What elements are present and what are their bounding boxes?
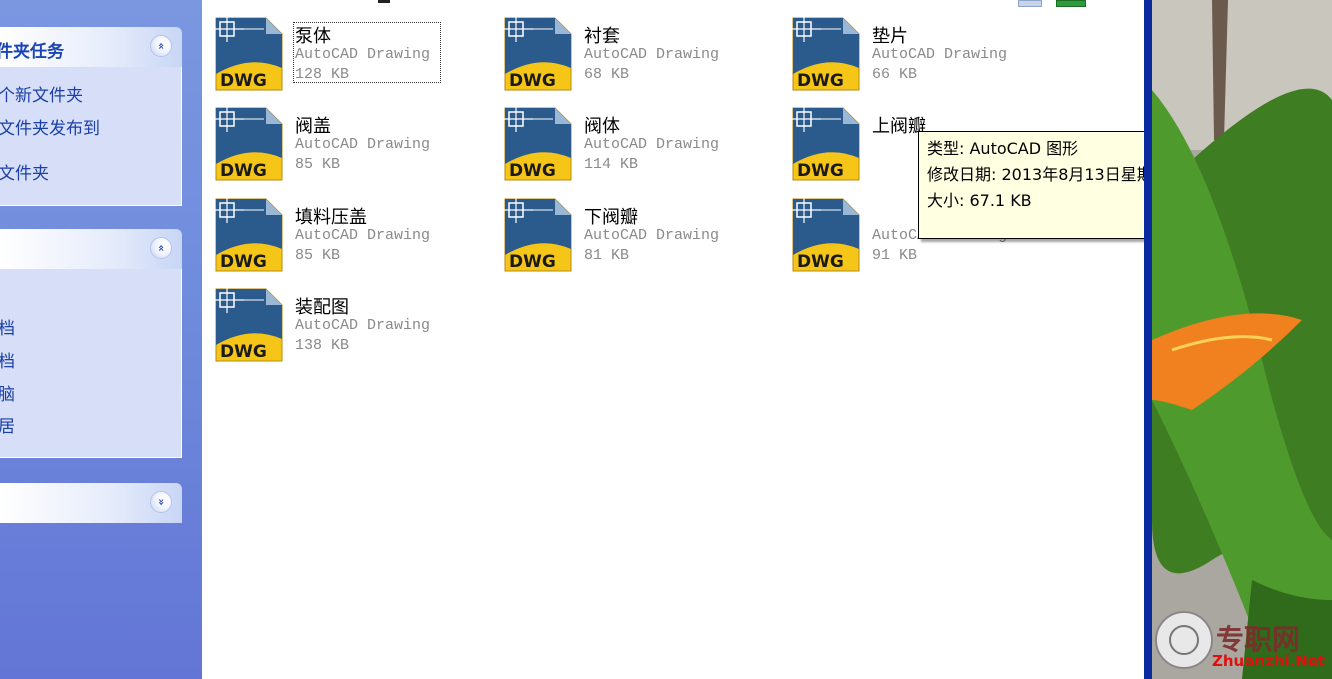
wallpaper-image bbox=[1152, 0, 1332, 679]
file-size: 138 KB bbox=[295, 337, 350, 354]
file-type: AutoCAD Drawing bbox=[584, 227, 720, 244]
file-type: AutoCAD Drawing bbox=[295, 317, 431, 334]
dwg-badge-text: DWG bbox=[509, 161, 556, 181]
place-link-shared-documents[interactable]: 档 bbox=[0, 347, 15, 372]
file-item[interactable]: DWG 阀盖 AutoCAD Drawing 85 KB bbox=[202, 90, 482, 181]
file-item[interactable]: DWG 衬套 AutoCAD Drawing 68 KB bbox=[491, 0, 771, 91]
file-name: 阀盖 bbox=[295, 116, 331, 137]
place-link-my-computer[interactable]: 脑 bbox=[0, 380, 15, 405]
folder-tasks-group: 件夹任务 « 个新文件夹 文件夹发布到 文件夹 bbox=[0, 27, 182, 206]
other-places-header[interactable]: « bbox=[0, 229, 182, 269]
folder-tasks-body: 个新文件夹 文件夹发布到 文件夹 bbox=[0, 67, 182, 206]
dwg-file-icon: DWG bbox=[503, 16, 572, 91]
file-name: 阀体 bbox=[584, 116, 620, 137]
expand-chevron-icon[interactable]: » bbox=[150, 491, 172, 513]
file-item[interactable]: DWG 阀体 AutoCAD Drawing 114 KB bbox=[491, 90, 771, 181]
dwg-badge-text: DWG bbox=[220, 71, 267, 91]
dwg-badge-text: DWG bbox=[220, 161, 267, 181]
file-name: 衬套 bbox=[584, 26, 620, 47]
dwg-file-icon: DWG bbox=[214, 16, 283, 91]
collapse-chevron-icon[interactable]: « bbox=[150, 35, 172, 57]
collapse-chevron-icon[interactable]: « bbox=[150, 237, 172, 259]
file-type: AutoCAD Drawing bbox=[584, 136, 720, 153]
dwg-file-icon: DWG bbox=[214, 197, 283, 272]
dwg-badge-text: DWG bbox=[797, 252, 844, 272]
dwg-badge-text: DWG bbox=[797, 161, 844, 181]
file-type: AutoCAD Drawing bbox=[872, 46, 1008, 63]
details-group: » bbox=[0, 483, 182, 523]
task-link-share-folder[interactable]: 文件夹 bbox=[0, 159, 49, 184]
dwg-badge-text: DWG bbox=[509, 71, 556, 91]
file-size: 114 KB bbox=[584, 156, 639, 173]
go-arrow-button[interactable] bbox=[1056, 0, 1086, 7]
dwg-file-icon: DWG bbox=[503, 197, 572, 272]
desktop-wallpaper bbox=[1152, 0, 1332, 679]
watermark-url: Zhuanzhi.Net bbox=[1212, 652, 1326, 670]
focus-rectangle bbox=[293, 22, 441, 83]
file-size: 81 KB bbox=[584, 247, 630, 264]
file-size: 66 KB bbox=[872, 66, 918, 83]
file-size: 85 KB bbox=[295, 247, 341, 264]
place-link-network-places[interactable]: 居 bbox=[0, 412, 15, 437]
place-link-documents[interactable]: 档 bbox=[0, 314, 15, 339]
dwg-badge-text: DWG bbox=[797, 71, 844, 91]
file-name: 填料压盖 bbox=[295, 207, 367, 228]
task-link-new-folder[interactable]: 个新文件夹 bbox=[0, 81, 83, 106]
file-size: 85 KB bbox=[295, 156, 341, 173]
file-name: 下阀瓣 bbox=[584, 207, 638, 228]
other-places-group: « 档 档 脑 居 bbox=[0, 229, 182, 458]
task-pane: 件夹任务 « 个新文件夹 文件夹发布到 文件夹 « 档 档 脑 居 » bbox=[0, 0, 202, 679]
dwg-badge-text: DWG bbox=[220, 342, 267, 362]
dwg-badge-text: DWG bbox=[220, 252, 267, 272]
other-places-body: 档 档 脑 居 bbox=[0, 269, 182, 458]
dwg-file-icon: DWG bbox=[214, 106, 283, 181]
file-name: 垫片 bbox=[872, 26, 908, 47]
task-link-publish-folder[interactable]: 文件夹发布到 bbox=[0, 114, 100, 139]
file-type: AutoCAD Drawing bbox=[295, 227, 431, 244]
details-header[interactable]: » bbox=[0, 483, 182, 523]
file-size: 68 KB bbox=[584, 66, 630, 83]
dwg-file-icon: DWG bbox=[791, 106, 860, 181]
dwg-file-icon: DWG bbox=[791, 197, 860, 272]
file-type: AutoCAD Drawing bbox=[584, 46, 720, 63]
file-item[interactable]: DWG 垫片 AutoCAD Drawing 66 KB bbox=[779, 0, 1059, 91]
dwg-file-icon: DWG bbox=[214, 287, 283, 362]
file-view[interactable]: DWG 泵体 AutoCAD Drawing 128 KB DWG 衬套 AutoCAD D… bbox=[202, 0, 1308, 679]
file-item[interactable]: DWG 装配图 AutoCAD Drawing 138 KB bbox=[202, 271, 482, 362]
file-item[interactable]: DWG 泵体 AutoCAD Drawing 128 KB bbox=[202, 0, 482, 91]
window-border bbox=[1144, 0, 1152, 679]
dwg-badge-text: DWG bbox=[509, 252, 556, 272]
folder-tasks-title: 件夹任务 bbox=[0, 42, 64, 62]
file-item[interactable]: DWG 填料压盖 AutoCAD Drawing 85 KB bbox=[202, 181, 482, 272]
dwg-file-icon: DWG bbox=[503, 106, 572, 181]
file-type: AutoCAD Drawing bbox=[295, 136, 431, 153]
file-name: 装配图 bbox=[295, 297, 349, 318]
file-size: 91 KB bbox=[872, 247, 918, 264]
dwg-file-icon: DWG bbox=[791, 16, 860, 91]
file-item[interactable]: DWG 下阀瓣 AutoCAD Drawing 81 KB bbox=[491, 181, 771, 272]
folder-tasks-header[interactable]: 件夹任务 « bbox=[0, 27, 182, 67]
